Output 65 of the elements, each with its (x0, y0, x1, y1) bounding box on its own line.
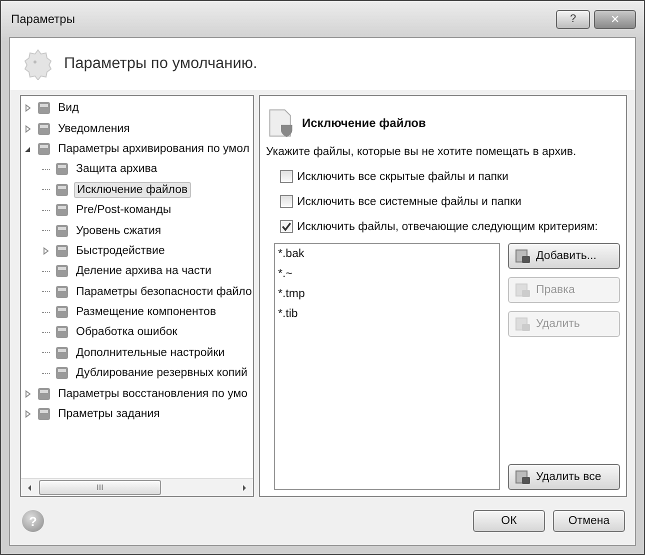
tree-item[interactable]: Уровень сжатия (74, 224, 164, 238)
item-icon (54, 242, 70, 259)
dialog-button[interactable]: ОК (473, 510, 545, 532)
tree-item[interactable]: Параметры восстановления по умо (56, 386, 250, 401)
window-icon (515, 282, 531, 298)
checkbox-label[interactable]: Исключить все системные файлы и папки (297, 196, 522, 208)
item-icon (54, 304, 70, 320)
list-item[interactable]: *.tmp (278, 288, 305, 308)
expand-arrow-icon[interactable] (24, 410, 32, 418)
tree-item[interactable]: Параметры архивирования по умол (56, 142, 252, 156)
item-icon (54, 161, 70, 178)
item-icon (54, 324, 70, 340)
dialog-button[interactable]: Отмена (553, 510, 625, 532)
expand-arrow-icon[interactable] (24, 124, 32, 133)
item-icon (36, 100, 52, 116)
item-icon (36, 386, 52, 402)
list-item[interactable]: *.~ (278, 268, 292, 288)
list-item[interactable]: *.bak (278, 248, 304, 268)
tree-item[interactable]: Параметры безопасности файло (74, 284, 253, 299)
item-icon (54, 222, 70, 239)
tree-item[interactable]: Деление архива на части (74, 264, 214, 278)
item-icon (54, 344, 70, 361)
window-title: Параметры (11, 12, 75, 26)
tree-item[interactable]: Pre/Post-команды (74, 203, 174, 218)
collapse-arrow-icon[interactable] (24, 144, 32, 153)
expand-arrow-icon[interactable] (42, 246, 50, 255)
tree-item[interactable]: Праметры задания (56, 407, 162, 422)
checkbox[interactable] (280, 195, 293, 208)
checkbox-label[interactable]: Исключить файлы, отвечающие следующим критериям: (297, 220, 598, 232)
tree-item[interactable]: Дублирование резервных копий (74, 366, 250, 380)
tree-item[interactable]: Быстродействие (74, 244, 167, 258)
item-icon (54, 182, 70, 198)
help-button[interactable]: ? (556, 10, 590, 28)
action-button[interactable]: Удалить все (508, 464, 620, 490)
tree-item[interactable]: Обработка ошибок (74, 325, 180, 340)
item-icon (36, 406, 52, 422)
scrollbar-thumb[interactable]: III (39, 480, 161, 495)
item-icon (54, 284, 70, 300)
description-text: Укажите файлы, которые вы не хотите помещать в архив. (266, 146, 578, 158)
item-icon (54, 365, 70, 382)
window-icon (515, 316, 531, 332)
tree-item[interactable]: Исключение файлов (74, 182, 191, 198)
item-icon (54, 263, 70, 280)
window-icon (515, 248, 531, 264)
list-item[interactable]: *.tib (278, 308, 298, 328)
tree-item[interactable]: Дополнительные настройки (74, 346, 227, 360)
checkbox[interactable] (280, 170, 293, 183)
panel-title: Исключение файлов (302, 116, 426, 130)
header-title: Параметры по умолчанию. (64, 55, 258, 73)
checkbox-label[interactable]: Исключить все скрытые файлы и папки (297, 170, 508, 182)
grip-marks: III (96, 483, 104, 492)
tree-item[interactable]: Уведомления (56, 122, 132, 136)
expand-arrow-icon[interactable] (24, 104, 32, 112)
tree-item[interactable]: Защита архива (74, 162, 160, 176)
horizontal-scrollbar[interactable]: III (21, 478, 253, 496)
gear-icon (22, 48, 54, 80)
action-button[interactable]: Добавить... (508, 243, 620, 269)
item-icon (36, 140, 52, 157)
item-icon (36, 120, 52, 137)
window-icon (515, 469, 531, 485)
expand-arrow-icon[interactable] (24, 390, 32, 398)
checkbox[interactable] (280, 220, 293, 233)
tree-item[interactable]: Вид (56, 101, 81, 116)
tree-item[interactable]: Размещение компонентов (74, 305, 218, 320)
item-icon (54, 202, 70, 218)
